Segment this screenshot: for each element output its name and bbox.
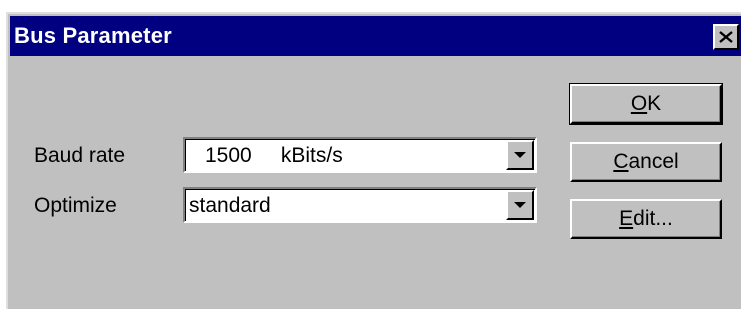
edit-label: dit...	[633, 207, 673, 230]
optimize-dropdown-button[interactable]	[506, 190, 534, 220]
baud-rate-label: Baud rate	[34, 144, 126, 167]
ok-label: K	[647, 92, 662, 115]
cancel-button[interactable]: Cancel	[570, 142, 722, 182]
ok-button[interactable]: OK	[569, 83, 723, 125]
cancel-label: ancel	[628, 150, 679, 173]
edit-mnemonic: E	[619, 207, 634, 230]
baud-rate-select[interactable]: 1500 kBits/s	[183, 137, 537, 173]
title-bar[interactable]: Bus Parameter	[10, 16, 741, 56]
close-icon	[719, 31, 733, 43]
optimize-label: Optimize	[34, 194, 117, 217]
bus-parameter-dialog: Bus Parameter Baud rate 1500 kBits/s Opt…	[6, 12, 741, 309]
close-button[interactable]	[713, 24, 739, 50]
edit-button[interactable]: Edit...	[570, 199, 722, 239]
optimize-value: standard	[189, 194, 271, 217]
ok-mnemonic: O	[630, 92, 648, 115]
dialog-title: Bus Parameter	[14, 23, 172, 48]
optimize-select[interactable]: standard	[183, 187, 537, 223]
cancel-mnemonic: C	[613, 150, 629, 173]
chevron-down-icon	[514, 152, 526, 158]
baud-rate-dropdown-button[interactable]	[506, 140, 534, 170]
chevron-down-icon	[514, 202, 526, 208]
baud-rate-value: 1500 kBits/s	[205, 144, 343, 167]
